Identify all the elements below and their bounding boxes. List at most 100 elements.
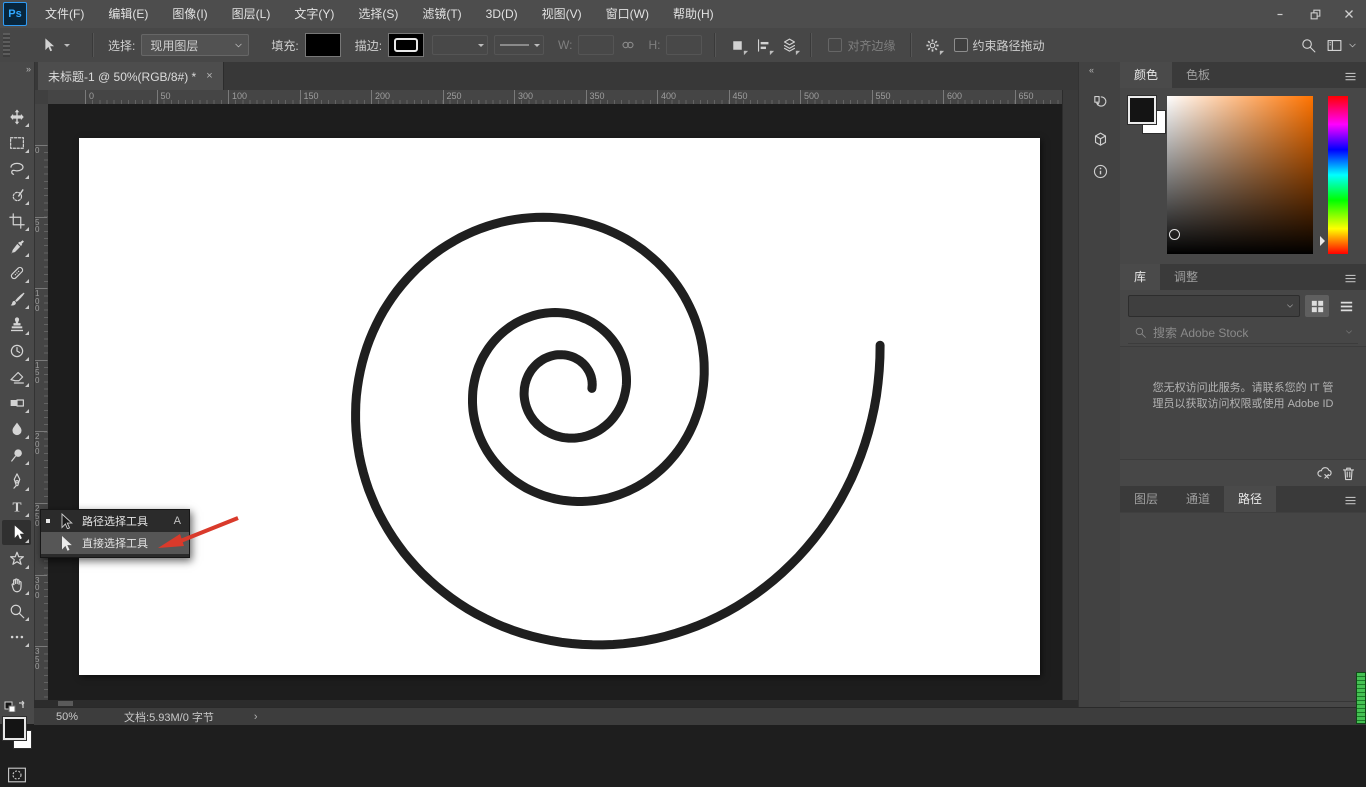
zoom-tool-button[interactable] xyxy=(2,598,31,623)
info-panel-icon[interactable] xyxy=(1084,156,1116,186)
align-edges-checkbox xyxy=(828,38,842,52)
crop-tool-button[interactable] xyxy=(2,208,31,233)
paths-tab-路径[interactable]: 路径 xyxy=(1224,486,1276,512)
menu-3dd[interactable]: 3D(D) xyxy=(474,0,530,28)
document-tab[interactable]: 未标题-1 @ 50%(RGB/8#) * × xyxy=(38,62,224,90)
sync-cloud-icon[interactable] xyxy=(1312,460,1336,486)
paths-tab-图层[interactable]: 图层 xyxy=(1120,486,1172,512)
options-bar: 选择: 现用图层 填充: 描边: W: H: 对齐边缘 约束路径拖动 xyxy=(0,28,1366,63)
restore-button[interactable] xyxy=(1298,2,1332,26)
library-panel-tabs: 库调整 xyxy=(1120,264,1366,290)
panel-menu-icon[interactable] xyxy=(1343,271,1358,289)
constrain-path-checkbox[interactable] xyxy=(954,38,968,52)
menu-e[interactable]: 编辑(E) xyxy=(96,0,160,28)
tool-preset-button[interactable] xyxy=(34,32,60,58)
menu-t[interactable]: 滤镜(T) xyxy=(410,0,473,28)
document-canvas[interactable] xyxy=(79,138,1040,675)
blur-tool-button[interactable] xyxy=(2,416,31,441)
vertical-scrollbar[interactable] xyxy=(1062,90,1079,700)
foreground-color-swatch-panel[interactable] xyxy=(1128,96,1156,124)
pen-tool-button[interactable] xyxy=(2,468,31,493)
quick-mask-button[interactable] xyxy=(2,762,31,787)
workspace-chevron-icon[interactable] xyxy=(1347,40,1358,51)
paths-list-empty[interactable] xyxy=(1120,512,1366,701)
panel-menu-icon[interactable] xyxy=(1343,493,1358,511)
menu-items: 文件(F)编辑(E)图像(I)图层(L)文字(Y)选择(S)滤镜(T)3D(D)… xyxy=(33,0,726,28)
path-arrangement-button[interactable] xyxy=(776,32,802,58)
history-brush-tool-button[interactable] xyxy=(2,338,31,363)
scrollbar-thumb[interactable] xyxy=(58,701,73,706)
canvas-pasteboard[interactable] xyxy=(48,104,1062,700)
lasso-tool-button[interactable] xyxy=(2,156,31,181)
tool-preset-caret[interactable] xyxy=(64,44,70,50)
select-mode-dropdown[interactable]: 现用图层 xyxy=(141,34,249,56)
color-panel-body xyxy=(1120,88,1366,264)
horizontal-scrollbar[interactable] xyxy=(34,700,1078,707)
color-tab-颜色[interactable]: 颜色 xyxy=(1120,62,1172,88)
paths-tab-通道[interactable]: 通道 xyxy=(1172,486,1224,512)
brush-tool-button[interactable] xyxy=(2,286,31,311)
stock-search-field[interactable]: 搜索 Adobe Stock xyxy=(1128,321,1358,344)
foreground-background-swatches[interactable] xyxy=(3,717,33,757)
default-colors-icon[interactable] xyxy=(4,698,30,712)
eraser-tool-button[interactable] xyxy=(2,364,31,389)
menu-l[interactable]: 图层(L) xyxy=(220,0,283,28)
hand-tool-button[interactable] xyxy=(2,572,31,597)
expand-panels-icon[interactable]: « xyxy=(1089,65,1093,75)
hue-slider[interactable] xyxy=(1328,96,1348,254)
panel-menu-icon[interactable] xyxy=(1343,69,1358,87)
path-selection-tool-button[interactable] xyxy=(2,520,31,545)
close-button[interactable] xyxy=(1332,2,1366,26)
library-footer xyxy=(1120,459,1366,486)
grid-view-button[interactable] xyxy=(1305,295,1329,317)
menu-w[interactable]: 窗口(W) xyxy=(594,0,661,28)
saturation-brightness-field[interactable] xyxy=(1167,96,1313,254)
type-tool-button[interactable]: T xyxy=(2,494,31,519)
minimize-button[interactable] xyxy=(1264,2,1298,26)
menu-y[interactable]: 文字(Y) xyxy=(282,0,346,28)
custom-shape-tool-button[interactable] xyxy=(2,546,31,571)
color-cursor[interactable] xyxy=(1169,229,1180,240)
hue-slider-marker[interactable] xyxy=(1320,236,1330,246)
move-tool-button[interactable] xyxy=(2,104,31,129)
properties-panel-icon[interactable] xyxy=(1084,124,1116,154)
menu-h[interactable]: 帮助(H) xyxy=(661,0,726,28)
clone-stamp-tool-button[interactable] xyxy=(2,312,31,337)
menu-f[interactable]: 文件(F) xyxy=(33,0,96,28)
zoom-level-field[interactable]: 50% xyxy=(56,711,78,723)
tab-close-icon[interactable]: × xyxy=(206,70,212,82)
healing-brush-tool-button[interactable] xyxy=(2,260,31,285)
ruler-origin-corner[interactable] xyxy=(34,90,49,105)
menu-s[interactable]: 选择(S) xyxy=(346,0,410,28)
h-ruler-label: 450 xyxy=(729,90,748,104)
fill-swatch[interactable] xyxy=(305,33,341,57)
foreground-color-swatch[interactable] xyxy=(3,717,26,740)
gradient-tool-button[interactable] xyxy=(2,390,31,415)
h-ruler-label: 400 xyxy=(657,90,676,104)
library-tab-库[interactable]: 库 xyxy=(1120,264,1160,290)
chevron-down-icon xyxy=(1344,327,1354,337)
library-tab-调整[interactable]: 调整 xyxy=(1160,264,1212,290)
history-panel-icon[interactable] xyxy=(1084,86,1116,116)
trash-icon[interactable] xyxy=(1336,460,1360,486)
more-tools-button[interactable] xyxy=(2,624,31,649)
spiral-path-drawing[interactable] xyxy=(79,138,1040,675)
marquee-tool-button[interactable] xyxy=(2,130,31,155)
quick-selection-tool-button[interactable] xyxy=(2,182,31,207)
status-chevron-icon[interactable]: › xyxy=(254,711,258,723)
dodge-tool-button[interactable] xyxy=(2,442,31,467)
search-icon[interactable] xyxy=(1295,32,1321,58)
library-message-line2: 理员以获取访问权限或使用 Adobe ID xyxy=(1120,395,1366,411)
eyedropper-tool-button[interactable] xyxy=(2,234,31,259)
menu-v[interactable]: 视图(V) xyxy=(530,0,594,28)
path-operations-button[interactable] xyxy=(724,32,750,58)
menu-i[interactable]: 图像(I) xyxy=(160,0,219,28)
list-view-button[interactable] xyxy=(1334,295,1358,317)
library-select-dropdown[interactable] xyxy=(1128,295,1300,317)
color-tab-色板[interactable]: 色板 xyxy=(1172,62,1224,88)
stroke-swatch[interactable] xyxy=(388,33,424,57)
gear-icon[interactable] xyxy=(920,32,946,58)
path-alignment-button[interactable] xyxy=(750,32,776,58)
toolbar-collapse-icon[interactable]: » xyxy=(26,64,30,74)
workspace-switcher-button[interactable] xyxy=(1321,32,1347,58)
